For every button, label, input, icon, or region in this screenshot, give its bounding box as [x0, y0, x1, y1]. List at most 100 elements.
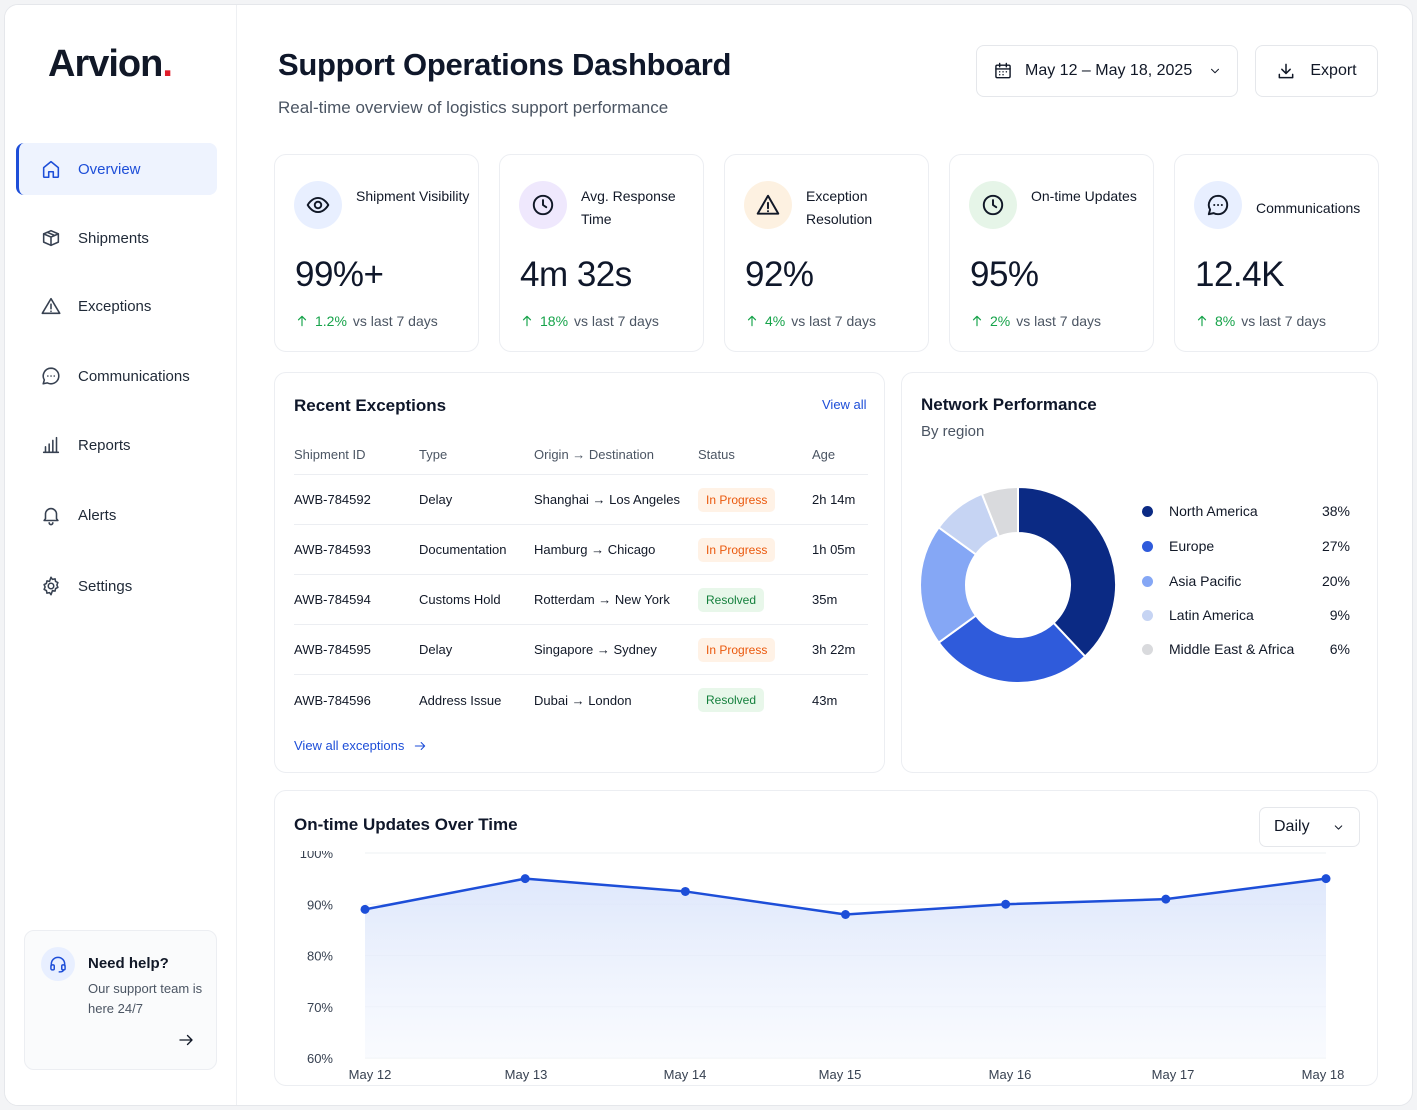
column-header[interactable]: Type [419, 435, 447, 474]
donut-slice-north-america[interactable] [1017, 485, 1116, 658]
arrow-up-icon [522, 315, 532, 327]
bell-icon [43, 507, 59, 526]
view-all-link[interactable]: View all [822, 397, 867, 412]
sidebar-item-exceptions[interactable]: Exceptions [16, 280, 217, 332]
data-point[interactable] [1001, 899, 1011, 909]
kpi-card-on-time-updates[interactable]: On-time Updates 95% 2% vs last 7 days [949, 154, 1154, 352]
brand-logo[interactable]: Arvion. [48, 43, 173, 86]
export-button[interactable]: Export [1255, 45, 1378, 97]
kpi-delta-value: 18% [540, 313, 569, 329]
warning-icon [41, 297, 61, 315]
legend-item[interactable]: Latin America 9% [1142, 605, 1350, 625]
kpi-label: Avg. Response Time [581, 188, 676, 227]
sidebar-item-communications[interactable]: Communications [16, 350, 217, 402]
home-icon [42, 160, 60, 179]
legend-value: 27% [1321, 538, 1350, 554]
kpi-delta-value: 8% [1215, 313, 1236, 329]
column-header[interactable]: Age [812, 435, 835, 474]
box-icon [42, 229, 60, 247]
y-tick-label: 60% [307, 1051, 333, 1066]
sidebar-item-label: Alerts [78, 506, 117, 524]
y-tick-label: 70% [307, 1000, 333, 1015]
x-tick-label: May 17 [1152, 1067, 1195, 1082]
panel-title: Network Performance [921, 395, 1097, 414]
sidebar-item-settings[interactable]: Settings [16, 560, 217, 612]
arrow-right-icon [415, 741, 426, 750]
legend-swatch [1142, 540, 1153, 552]
kpi-delta-text: vs last 7 days [1241, 313, 1327, 329]
legend-value: 38% [1321, 503, 1350, 519]
table-row[interactable]: AWB-784593 Documentation Hamburg → Chica… [294, 525, 868, 575]
status-cell: In Progress [698, 475, 776, 524]
shipment-id: AWB-784593 [294, 542, 371, 557]
data-point[interactable] [1321, 874, 1331, 884]
on-time-updates-panel: On-time Updates Over Time Daily 100% 90% 8… [274, 790, 1378, 1086]
exceptions-table: Shipment ID Type Origin → Destination St… [294, 435, 868, 725]
warning-icon [744, 181, 792, 229]
view-all-exceptions-label: View all exceptions [294, 738, 405, 753]
column-header[interactable]: Origin → Destination [534, 435, 654, 474]
granularity-select[interactable]: Daily [1259, 807, 1360, 847]
status-cell: Resolved [698, 675, 765, 725]
gear-icon [43, 576, 59, 596]
sidebar-item-shipments[interactable]: Shipments [16, 212, 217, 264]
legend-item[interactable]: North America 38% [1142, 501, 1350, 521]
legend-item[interactable]: Asia Pacific 20% [1142, 571, 1350, 591]
kpi-card-shipment-visibility[interactable]: Shipment Visibility 99%+ 1.2% vs last 7 … [274, 154, 479, 352]
kpi-delta: 8% vs last 7 days [1195, 313, 1326, 329]
headset-icon [41, 947, 75, 981]
kpi-delta: 18% vs last 7 days [520, 313, 659, 329]
data-point[interactable] [360, 904, 370, 914]
sidebar-item-overview[interactable]: Overview [16, 143, 217, 195]
legend-item[interactable]: Europe 27% [1142, 536, 1350, 556]
kpi-label: On-time Updates [1031, 188, 1137, 204]
help-arrow-icon[interactable] [177, 1031, 195, 1049]
legend-item[interactable]: Middle East & Africa 6% [1142, 639, 1350, 659]
kpi-card-avg-response-time[interactable]: Avg. Response Time 4m 32s 18% vs last 7 … [499, 154, 704, 352]
arrow-up-icon [747, 315, 757, 327]
chat-icon [42, 367, 60, 385]
table-row[interactable]: AWB-784592 Delay Shanghai → Los Angeles … [294, 475, 868, 525]
table-row[interactable]: AWB-784596 Address Issue Dubai → London … [294, 675, 868, 725]
sidebar-item-alerts[interactable]: Alerts [16, 489, 217, 541]
column-header[interactable]: Status [698, 435, 735, 474]
table-row[interactable]: AWB-784594 Customs Hold Rotterdam → New … [294, 575, 868, 625]
table-row[interactable]: AWB-784595 Delay Singapore → Sydney In P… [294, 625, 868, 675]
sidebar: Arvion. Overview Shipments Exceptions Co… [5, 5, 237, 1105]
status-cell: In Progress [698, 525, 776, 574]
sidebar-item-label: Communications [78, 367, 190, 385]
kpi-value: 12.4K [1195, 255, 1284, 294]
sidebar-item-label: Reports [78, 436, 131, 454]
sidebar-item-label: Shipments [78, 229, 149, 247]
table-header: Shipment ID Type Origin → Destination St… [294, 435, 868, 475]
status-badge: In Progress [698, 637, 776, 662]
kpi-card-communications[interactable]: Communications 12.4K 8% vs last 7 days [1174, 154, 1379, 352]
legend-label: Europe [1169, 538, 1215, 554]
sidebar-item-reports[interactable]: Reports [16, 419, 217, 471]
date-range-picker[interactable]: May 12 – May 18, 2025 [976, 45, 1238, 97]
exception-type: Delay [419, 492, 453, 507]
panel-subtitle: By region [921, 423, 985, 440]
on-time-line-chart: 100% 90% 80% 70% 60% May 12 May 13 May 14 May 15… [300, 851, 1345, 1082]
data-point[interactable] [520, 874, 530, 884]
data-point[interactable] [680, 886, 690, 896]
network-performance-panel: Network Performance By region North Amer… [901, 372, 1378, 773]
view-all-exceptions-link[interactable]: View all exceptions [294, 738, 427, 753]
age: 35m [812, 592, 838, 607]
bar-chart-icon [42, 436, 60, 454]
legend-value: 9% [1329, 607, 1350, 623]
age: 2h 14m [812, 492, 856, 507]
granularity-value: Daily [1274, 818, 1310, 835]
shipment-id: AWB-784594 [294, 592, 371, 607]
status-badge: In Progress [698, 537, 776, 562]
panel-title: On-time Updates Over Time [294, 815, 518, 834]
kpi-card-exception-resolution[interactable]: Exception Resolution 92% 4% vs last 7 da… [724, 154, 929, 352]
kpi-delta-text: vs last 7 days [791, 313, 877, 329]
data-point[interactable] [1161, 894, 1171, 904]
y-tick-label: 100% [300, 851, 334, 861]
x-tick-label: May 12 [349, 1067, 392, 1082]
data-point[interactable] [841, 910, 850, 919]
kpi-delta-text: vs last 7 days [352, 313, 438, 329]
exception-type: Address Issue [419, 692, 502, 708]
column-header[interactable]: Shipment ID [294, 435, 366, 474]
